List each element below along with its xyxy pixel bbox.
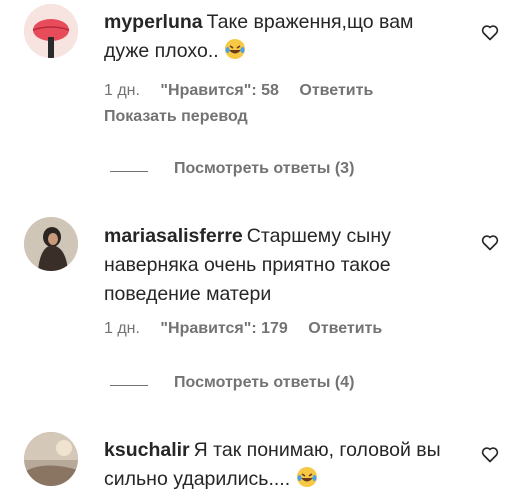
comment-username[interactable]: myperluna xyxy=(104,11,203,33)
comment-text: ksuchalir Я так понимаю, головой вы сильн… xyxy=(104,436,454,497)
view-replies-label: Посмотреть ответы (3) xyxy=(174,160,355,177)
view-replies-button[interactable]: Посмотреть ответы (4) xyxy=(110,374,410,398)
heart-outline-icon[interactable] xyxy=(480,22,502,44)
comment-time: 1 дн. xyxy=(104,320,140,337)
comment-text: myperluna Таке враження,що вам дуже плохо… xyxy=(104,8,454,69)
heart-outline-icon[interactable] xyxy=(480,232,502,254)
likes-count[interactable]: "Нравится": 179 xyxy=(160,320,287,338)
reply-button[interactable]: Ответить xyxy=(299,82,373,100)
comment-username[interactable]: ksuchalir xyxy=(104,439,190,461)
heart-outline-icon[interactable] xyxy=(480,444,502,466)
divider-line xyxy=(110,385,148,386)
comment-username[interactable]: mariasalisferre xyxy=(104,225,243,247)
translate-link[interactable]: Показать перевод xyxy=(104,108,248,126)
comment-time: 1 дн. xyxy=(104,82,140,99)
avatar[interactable] xyxy=(24,217,78,271)
reply-button[interactable]: Ответить xyxy=(308,320,382,338)
comment-meta: 1 дн. "Нравится": 179 Ответить xyxy=(104,320,382,338)
avatar[interactable] xyxy=(24,4,78,58)
avatar[interactable] xyxy=(24,432,78,486)
likes-count[interactable]: "Нравится": 58 xyxy=(160,82,279,100)
view-replies-button[interactable]: Посмотреть ответы (3) xyxy=(110,160,410,184)
comment-meta: 1 дн. "Нравится": 58 Ответить xyxy=(104,82,373,100)
comment-text: mariasalisferre Старшему сыну наверняка о… xyxy=(104,222,454,309)
view-replies-label: Посмотреть ответы (4) xyxy=(174,374,355,391)
divider-line xyxy=(110,171,148,172)
laughing-tears-emoji-icon xyxy=(224,38,246,69)
laughing-tears-emoji-icon xyxy=(296,466,318,497)
